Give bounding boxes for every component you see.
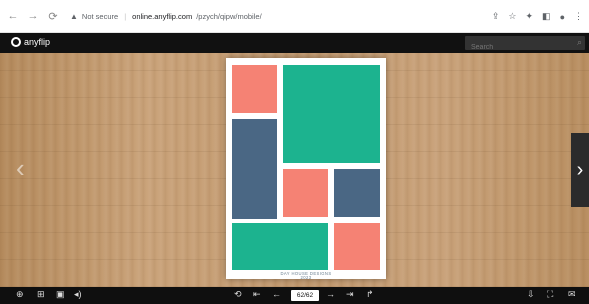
browser-nav: ← → ⟳ <box>6 10 60 23</box>
search-icon[interactable]: ⌕ <box>577 37 582 48</box>
tile-slate-small <box>334 169 380 217</box>
warning-icon: ▲ <box>70 11 78 21</box>
viewer-toolbar: ⊕ ⊞ ▣ ◂) ⟲ ⇤ ← 62/62 → ⇥ ↱ ⇩ ⛶ ✉ <box>0 287 589 304</box>
extensions-icon[interactable]: ✦ <box>526 11 534 22</box>
anyflip-logo[interactable]: anyflip <box>11 37 50 47</box>
undo-page-icon[interactable]: ⟲ <box>234 289 242 300</box>
tile-salmon-bottom-right <box>334 223 380 270</box>
book-page: DAY HOUSE DESIGNS 2023 <box>226 58 386 280</box>
prev-page-icon[interactable]: ← <box>272 289 281 299</box>
logo-mark-icon <box>11 37 21 47</box>
search-box: ⌕ <box>465 36 585 55</box>
reload-icon[interactable]: ⟳ <box>46 10 60 23</box>
url-path: /pzych/qipw/mobile/ <box>196 11 262 21</box>
tile-slate-tall <box>232 119 277 219</box>
tile-teal-large <box>283 65 380 163</box>
text-mode-icon[interactable]: ▣ <box>56 289 65 300</box>
fullscreen-icon[interactable]: ⛶ <box>547 289 553 300</box>
browser-toolbar: ← → ⟳ ▲ Not secure | online.anyflip.com /… <box>0 0 589 33</box>
thumbnails-icon[interactable]: ⊞ <box>37 289 45 300</box>
previous-page-arrow-icon[interactable]: ‹ <box>16 153 25 184</box>
tile-salmon-top-left <box>232 65 277 113</box>
share-page-icon[interactable]: ↱ <box>366 289 374 300</box>
first-page-icon[interactable]: ⇤ <box>253 289 261 300</box>
tile-salmon-middle <box>283 169 328 217</box>
last-page-icon[interactable]: ⇥ <box>346 289 354 300</box>
next-page-arrow-icon[interactable]: › <box>571 133 589 207</box>
security-label: Not secure <box>81 11 119 21</box>
zoom-icon[interactable]: ⊕ <box>16 289 24 300</box>
tile-teal-wide <box>232 223 328 270</box>
side-panel-icon[interactable]: ◧ <box>542 11 551 22</box>
menu-icon[interactable]: ⋮ <box>574 11 583 22</box>
logo-text: anyflip <box>24 37 51 47</box>
forward-icon[interactable]: → <box>26 10 40 22</box>
address-divider: | <box>124 11 127 21</box>
page-caption-year: 2023 <box>300 275 312 280</box>
browser-actions: ⇪ ☆ ✦ ◧ ● ⋮ <box>492 0 583 33</box>
url-host: online.anyflip.com <box>132 11 193 21</box>
book-stage: ‹ DAY HOUSE DESIGNS 2023 › <box>0 53 589 287</box>
profile-icon[interactable]: ● <box>560 12 565 22</box>
share-icon[interactable]: ⇪ <box>492 11 500 22</box>
download-icon[interactable]: ⇩ <box>527 289 535 300</box>
bookmark-star-icon[interactable]: ☆ <box>508 11 516 22</box>
sound-icon[interactable]: ◂) <box>74 289 82 300</box>
address-bar[interactable]: ▲ Not secure | online.anyflip.com/pzych/… <box>70 12 262 21</box>
page-number-input[interactable]: 62/62 <box>291 290 319 301</box>
back-icon[interactable]: ← <box>6 10 20 22</box>
viewer-header: anyflip ⌕ <box>0 33 589 55</box>
next-page-icon[interactable]: → <box>326 289 335 299</box>
mail-icon[interactable]: ✉ <box>568 289 576 300</box>
